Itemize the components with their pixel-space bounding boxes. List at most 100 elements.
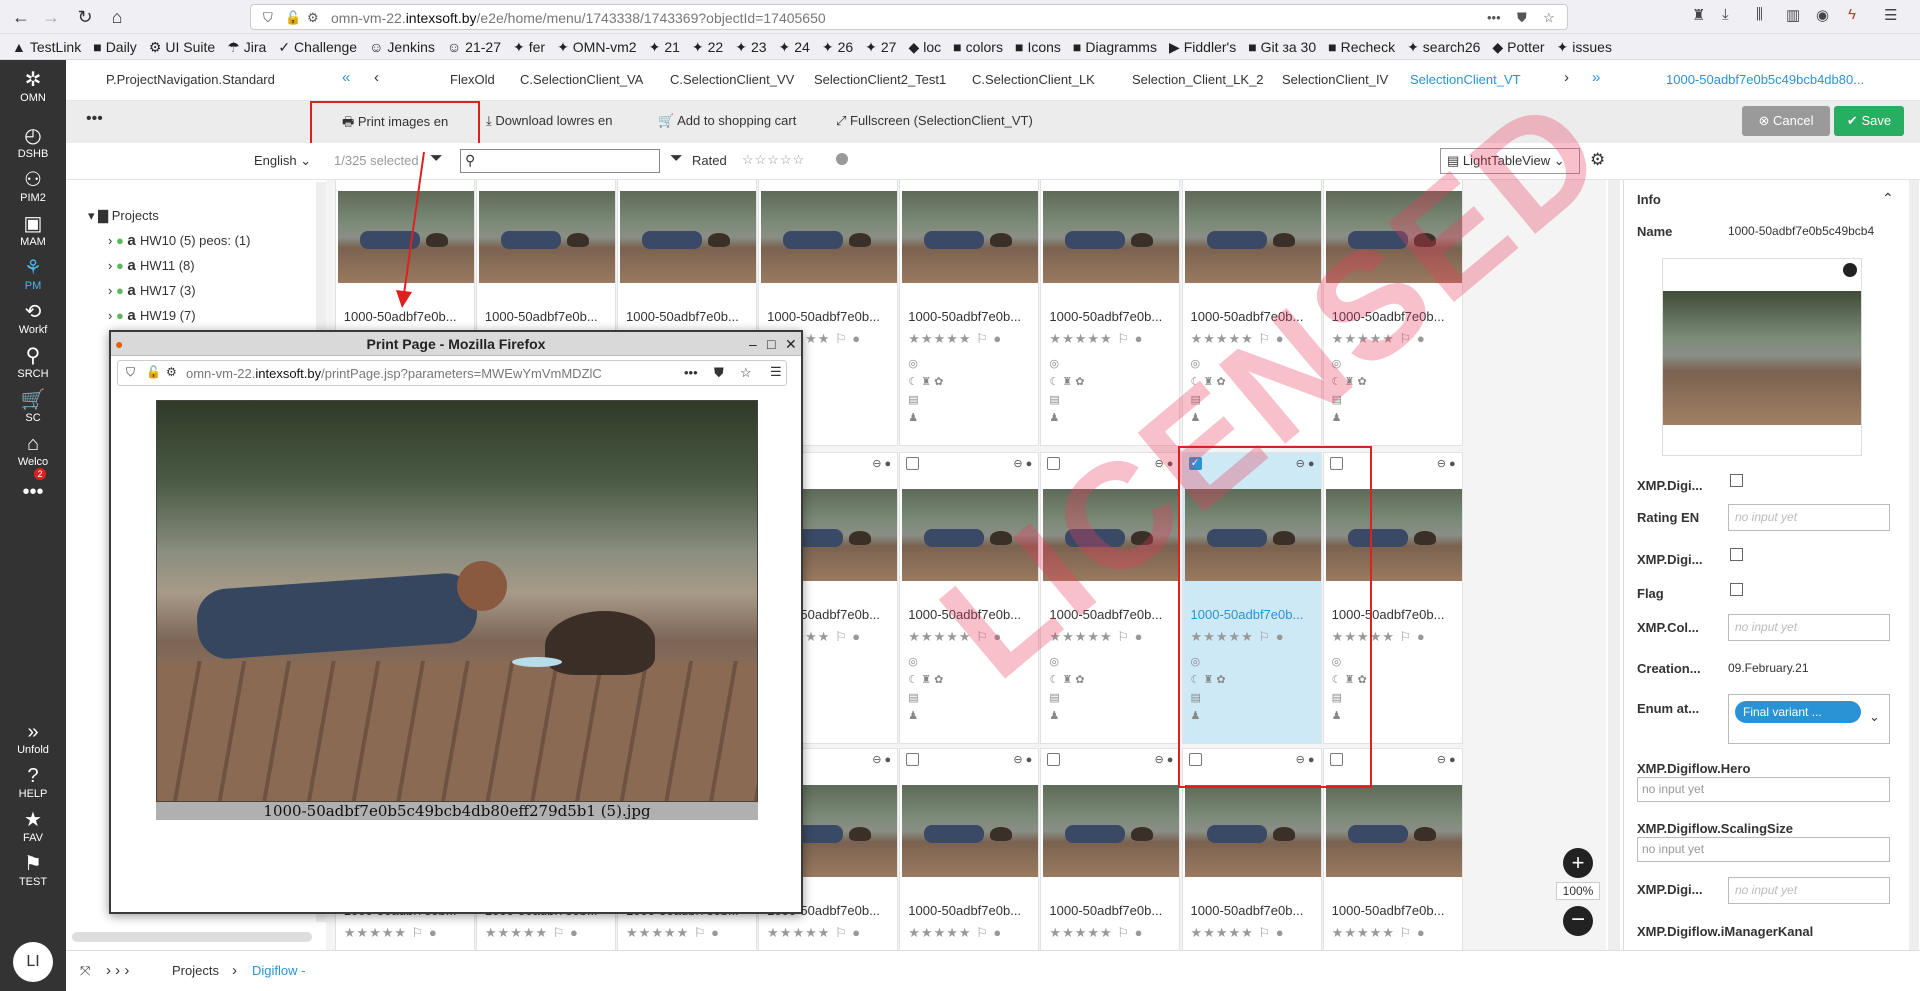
hero-select[interactable]: no input yet [1637,777,1890,802]
filter-icon[interactable]: ⏷ [430,150,443,168]
bookmark-item[interactable]: ✦ 23 [735,34,766,59]
tile-checkbox[interactable] [906,457,920,470]
grid-scrollbar[interactable] [1608,180,1620,950]
enum-select[interactable]: Final variant ... ⌄ [1728,694,1890,744]
rating-stars[interactable]: ☆☆☆☆☆ [742,152,805,168]
fullscreen-button[interactable]: ⤢ Fullscreen (SelectionClient_VT) [836,113,1033,129]
close-icon[interactable]: ✕ [785,332,797,356]
sidebar-icon[interactable]: ▥ [1786,6,1800,24]
tree-item[interactable]: › ● a HW11 (8) [108,257,195,274]
bookmark-item[interactable]: ✦ 27 [865,34,896,59]
tile-rating-icons[interactable]: ★★★★★ ⚐ ● [344,925,438,941]
rail-item[interactable]: ◴ DSHB [0,124,66,160]
pin-icon[interactable]: ⤧ [80,963,90,979]
library-icon[interactable]: ⫼ [1756,6,1763,23]
omn-logo[interactable]: ✲ OMN [0,68,66,104]
popup-star-icon[interactable]: ☆ [740,365,752,381]
expand-chevron-icon[interactable]: › [108,258,116,273]
tile-rating-icons[interactable]: ★★★★★ ⚐ ● [485,925,579,941]
bookmark-item[interactable]: ✦ 26 [822,34,853,59]
bookmark-item[interactable]: ✦ search26 [1407,34,1480,59]
bookmark-item[interactable]: ☂ Jira [227,34,266,59]
tile-thumbnail[interactable] [1043,191,1180,283]
rail-item[interactable]: ⚘ PM [0,256,66,292]
tree-hscrollbar[interactable] [72,932,312,942]
bookmark-item[interactable]: ✦ OMN-vm2 [557,34,637,59]
cancel-button[interactable]: ⊗ Cancel [1742,106,1830,136]
rail-item[interactable]: ▣ MAM [0,212,66,248]
bookmark-item[interactable]: ✦ 24 [779,34,810,59]
rating-input[interactable]: no input yet [1728,504,1890,531]
bookmark-item[interactable]: ✦ 21 [649,34,680,59]
popup-url-bar[interactable]: ⛉ 🔓 ⚙ omn-vm-22.intexsoft.by/printPage.j… [117,360,787,386]
download-icon[interactable]: ⤓ [1722,6,1729,23]
tile-status-icons[interactable]: ⊖ ● [1437,753,1456,766]
save-button[interactable]: ✔ Save [1834,106,1904,136]
menu-icon[interactable]: ☰ [1884,6,1897,24]
zoom-out-icon[interactable]: − [1563,906,1593,936]
tree-item[interactable]: › ● a HW19 (7) [108,307,196,324]
bookmark-item[interactable]: ✦ 22 [692,34,723,59]
tile-checkbox[interactable] [1047,753,1061,766]
remove-icon[interactable] [1843,263,1857,277]
tile-status-icons[interactable]: ⊖ ● [1437,457,1456,470]
flag-checkbox[interactable] [1730,583,1743,596]
tile-thumbnail[interactable] [1043,785,1180,877]
xmp-input-3[interactable]: no input yet [1728,877,1890,904]
scaling-select[interactable]: no input yet [1637,837,1890,862]
tile-thumbnail[interactable] [761,191,898,283]
popup-pocket-icon[interactable]: ⛊ [714,365,724,381]
flash-icon[interactable]: ϟ [1848,6,1856,23]
tab-item[interactable]: SelectionClient2_Test1 [814,72,946,87]
tile-thumbnail[interactable] [902,191,1039,283]
forward-icon[interactable]: → [38,4,64,30]
tile-thumbnail[interactable] [902,785,1039,877]
bookmark-item[interactable]: ◆ loc [908,34,941,59]
image-tile[interactable]: ⊖ ●1000-50adbf7e0b...★★★★★ ⚐ ●◎☾ ♜ ✿▤♟ [899,180,1040,446]
page-actions-icon[interactable]: ••• [1487,10,1501,25]
xmpcol-input[interactable]: no input yet [1728,614,1890,641]
account-icon[interactable]: ◉ [1816,6,1829,24]
tile-thumbnail[interactable] [620,191,757,283]
tile-status-icons[interactable]: ⊖ ● [872,753,891,766]
popup-actions-icon[interactable]: ••• [684,365,698,380]
expand-chevron-icon[interactable]: › [108,308,116,323]
expand-chevron-icon[interactable]: › [108,233,116,248]
download-button[interactable]: ⤓ Download lowres en [486,113,612,129]
bookmark-item[interactable]: ◆ Potter [1492,34,1544,59]
tile-status-icons[interactable]: ⊖ ● [872,457,891,470]
tab-object[interactable]: 1000-50adbf7e0b5c49bcb4db80... [1666,72,1864,87]
rail-item[interactable]: ••• [0,480,66,504]
bookmark-item[interactable]: ▶ Fiddler's [1169,34,1236,59]
tree-item[interactable]: › ● a HW17 (3) [108,282,196,299]
bookmark-item[interactable]: ☺ 21-27 [447,34,501,59]
tile-rating-icons[interactable]: ★★★★★ ⚐ ● [908,925,1002,941]
double-chevron-right-icon[interactable]: » [1592,69,1600,86]
tile-status-icons[interactable]: ⊖ ● [1013,457,1032,470]
popup-menu-icon[interactable]: ☰ [770,364,782,380]
tree-item[interactable]: › ● a HW10 (5) peos: (1) [108,232,250,249]
tile-checkbox[interactable] [906,753,920,766]
back-icon[interactable]: ← [8,4,34,30]
rail-item[interactable]: 🛒 SC [0,388,66,424]
bookmark-item[interactable]: ■ Icons [1015,34,1061,59]
rail-item[interactable]: ⚲ SRCH [0,344,66,380]
search-input[interactable]: ⚲ [460,149,660,173]
tile-rating-icons[interactable]: ★★★★★ ⚐ ● [626,925,720,941]
tile-rating-icons[interactable]: ★★★★★ ⚐ ● [1332,925,1426,941]
more-icon[interactable]: ••• [86,110,103,128]
breadcrumb-projects[interactable]: Projects [172,963,219,978]
tab-item[interactable]: C.SelectionClient_VV [670,72,794,87]
status-dot[interactable] [836,153,848,165]
language-select[interactable]: English ⌄ [254,153,311,169]
image-tile[interactable]: ⊖ ●1000-50adbf7e0b...★★★★★ ⚐ ●◎☾ ♜ ✿▤♟ [1040,748,1181,950]
bookmark-item[interactable]: ▲ TestLink [12,34,81,59]
chevron-down-icon[interactable]: ⌄ [1869,709,1880,725]
url-bar[interactable]: ⛉ 🔓 ⚙ omn-vm-22.intexsoft.by/e2e/home/me… [250,4,1568,30]
tile-rating-icons[interactable]: ★★★★★ ⚐ ● [908,331,1002,347]
rail-item[interactable]: ⟲ Workf [0,300,66,336]
maximize-icon[interactable]: □ [767,332,775,356]
rail-item[interactable]: ⌂ Welco [0,432,66,468]
bookmark-star-icon[interactable]: ☆ [1543,10,1555,26]
bookmark-item[interactable]: ✦ issues [1557,34,1612,59]
